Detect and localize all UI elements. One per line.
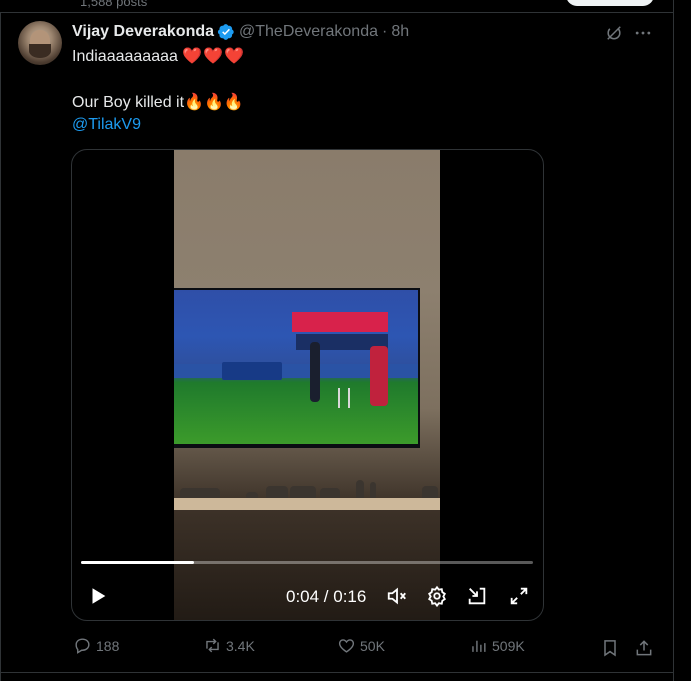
share-icon[interactable] bbox=[634, 638, 654, 658]
avatar[interactable] bbox=[18, 21, 62, 65]
repost-icon bbox=[206, 638, 219, 653]
repost-count: 3.4K bbox=[226, 637, 255, 654]
mention-link[interactable]: @TilakV9 bbox=[72, 116, 141, 134]
shelf-items bbox=[174, 478, 440, 498]
follow-button[interactable] bbox=[566, 0, 654, 6]
timeline-left-border bbox=[0, 12, 1, 681]
tv-in-video bbox=[174, 288, 420, 448]
views-button[interactable]: 509K bbox=[469, 636, 525, 655]
posts-count: 1,588 posts bbox=[80, 0, 148, 9]
more-icon[interactable] bbox=[633, 23, 653, 43]
video-time: 0:04 / 0:16 bbox=[286, 587, 366, 607]
fullscreen-icon[interactable] bbox=[508, 585, 530, 607]
gear-icon[interactable] bbox=[426, 585, 448, 607]
shelf bbox=[174, 498, 440, 510]
video-frame[interactable] bbox=[174, 150, 440, 620]
reply-button[interactable]: 188 bbox=[73, 636, 119, 655]
divider bbox=[0, 672, 673, 673]
tweet-text-line-1: Indiaaaaaaaaa ❤️❤️❤️ bbox=[72, 46, 245, 66]
mute-icon[interactable] bbox=[386, 585, 408, 607]
like-button[interactable]: 50K bbox=[337, 636, 385, 655]
divider bbox=[0, 12, 673, 13]
author-handle[interactable]: @TheDeverakonda bbox=[239, 23, 378, 41]
tweet-header: Vijay Deverakonda @TheDeverakonda · 8h bbox=[72, 22, 409, 42]
timeline-right-border bbox=[673, 0, 674, 681]
bookmark-icon[interactable] bbox=[600, 638, 620, 658]
tweet-actions: 188 3.4K 50K 509K bbox=[0, 636, 673, 660]
grok-icon[interactable] bbox=[604, 23, 624, 43]
hearts-emoji: ❤️❤️❤️ bbox=[182, 48, 246, 65]
verified-badge-icon[interactable] bbox=[217, 23, 235, 41]
profile-header-strip: 1,588 posts bbox=[0, 0, 691, 12]
separator-dot: · bbox=[382, 23, 388, 40]
author-display-name[interactable]: Vijay Deverakonda bbox=[72, 23, 214, 41]
minimize-icon[interactable] bbox=[466, 585, 488, 607]
reply-count: 188 bbox=[96, 637, 120, 654]
like-count: 50K bbox=[360, 637, 385, 654]
heart-icon bbox=[338, 639, 355, 653]
view-count: 509K bbox=[492, 637, 525, 654]
views-icon bbox=[472, 640, 486, 652]
repost-button[interactable]: 3.4K bbox=[203, 636, 255, 655]
video-progress-bar[interactable] bbox=[81, 561, 533, 564]
tweet-text-line-2: Our Boy killed it🔥🔥🔥 bbox=[72, 94, 244, 111]
reply-icon bbox=[75, 638, 90, 654]
video-player[interactable]: 0:04 / 0:16 bbox=[71, 149, 544, 621]
tweet-text: Indiaaaaaaaaa bbox=[72, 48, 178, 65]
video-time-label: 0:04 / 0:16 bbox=[286, 587, 367, 606]
play-icon[interactable] bbox=[87, 585, 109, 607]
tweet-timestamp[interactable]: 8h bbox=[391, 23, 409, 41]
video-progress-fill bbox=[81, 561, 194, 564]
